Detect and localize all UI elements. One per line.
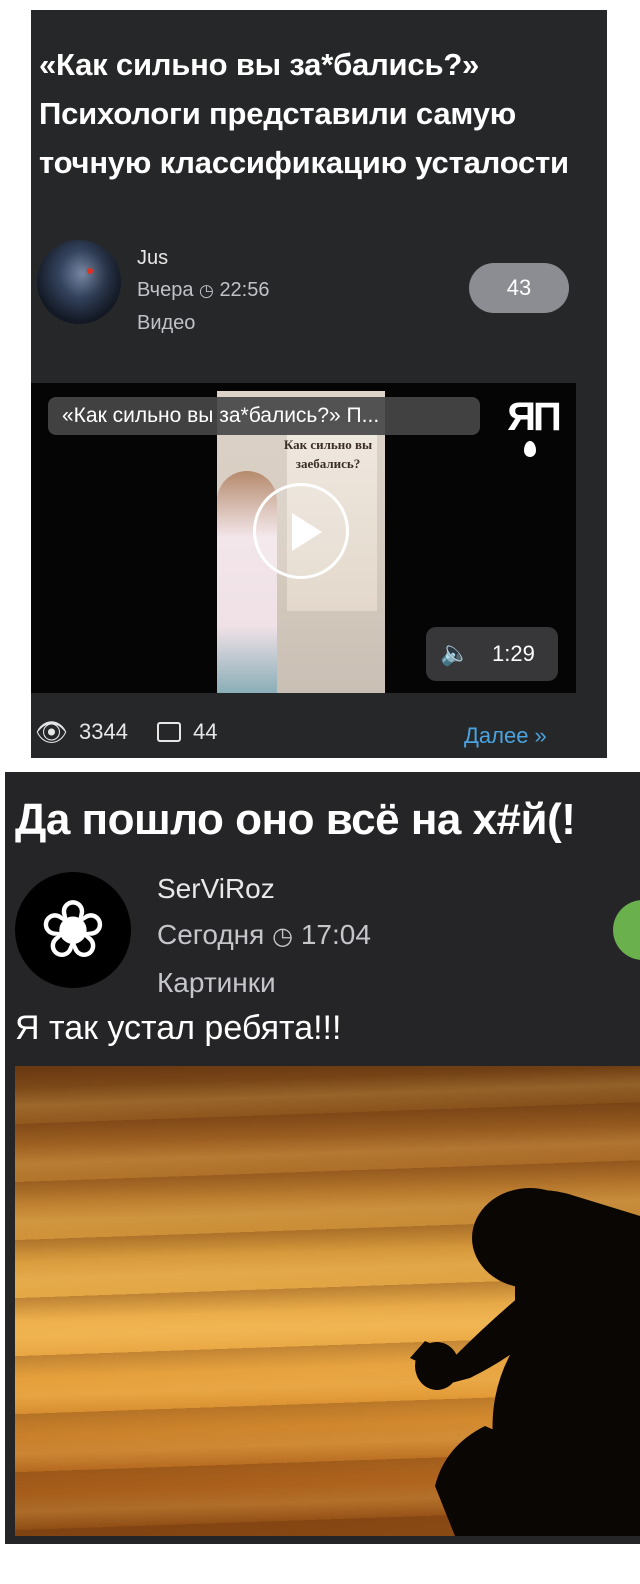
video-frame-text: Как сильно вы заебались? [283,437,373,471]
post-category[interactable]: Видео [137,307,270,339]
avatar-eye [87,268,93,274]
sitting-man-silhouette [410,1188,640,1536]
post-meta: SerViRoz Сегодня ◷ 17:04 Картинки [157,866,371,1006]
tribal-logo-icon: ❀ [39,883,107,976]
rating-badge[interactable] [613,900,640,960]
post-title[interactable]: «Как сильно вы за*бались?» Психологи пре… [39,40,599,187]
read-more-link[interactable]: Далее » [464,714,547,758]
channel-logo-text: ЯП [507,395,561,439]
post-date: Сегодня ◷ 17:04 [157,912,371,960]
post-date: Вчера ◷ 22:56 [137,274,270,307]
post-stats: 👁 3344 44 Далее » [31,710,607,754]
avatar[interactable]: ❀ [15,872,131,988]
rating-badge[interactable]: 43 [469,263,569,313]
date-label: Вчера [137,279,194,301]
video-caption: «Как сильно вы за*бались?» П... [48,397,480,435]
date-label: Сегодня [157,919,265,950]
post-time: 17:04 [300,919,371,950]
post-image[interactable] [15,1066,640,1536]
video-duration: 1:29 [492,641,535,666]
eye-icon: 👁 [35,717,69,747]
post-card-1: «Как сильно вы за*бались?» Психологи пре… [31,10,607,758]
author-name[interactable]: Jus [137,242,270,274]
author-name[interactable]: SerViRoz [157,866,371,912]
post-meta: Jus Вчера ◷ 22:56 Видео [137,242,270,339]
comments-count[interactable]: 44 [193,710,217,754]
post-category[interactable]: Картинки [157,960,371,1006]
clock-icon: ◷ [272,923,294,950]
post-time: 22:56 [219,279,270,301]
duration-badge[interactable]: 🔈 1:29 [426,627,558,681]
clock-icon: ◷ [199,281,214,300]
avatar[interactable] [37,240,121,324]
speaker-icon[interactable]: 🔈 [440,627,470,681]
play-icon[interactable] [253,483,349,579]
drop-icon [524,441,536,457]
post-card-2: Да пошло оно всё на х#й(! ❀ SerViRoz Сег… [5,772,640,1544]
channel-logo: ЯП [498,397,568,463]
comment-icon[interactable] [157,722,181,742]
post-title[interactable]: Да пошло оно всё на х#й(! [15,792,576,848]
post-text: Я так устал ребята!!! [15,1009,342,1047]
video-player[interactable]: Как сильно вы заебались? «Как сильно вы … [31,383,576,693]
avatar-shade [79,240,121,324]
views-count: 3344 [79,719,128,744]
